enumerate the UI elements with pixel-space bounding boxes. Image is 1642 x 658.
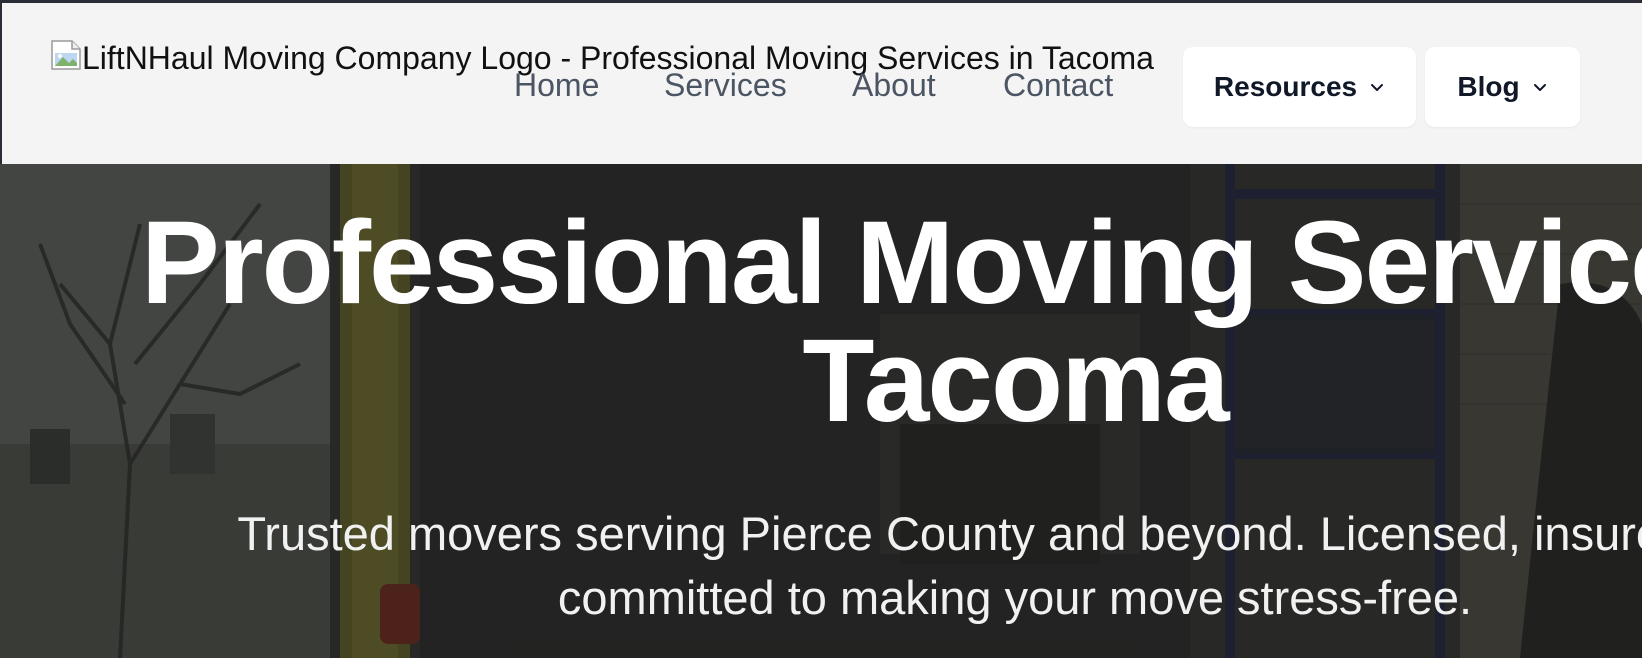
blog-dropdown-button[interactable]: Blog xyxy=(1425,47,1580,127)
resources-dropdown-button[interactable]: Resources xyxy=(1183,47,1416,127)
hero-subtitle: Trusted movers serving Pierce County and… xyxy=(0,502,1642,630)
hero-title-line-2: Tacoma xyxy=(802,315,1229,447)
nav-home[interactable]: Home xyxy=(514,65,599,105)
nav-services[interactable]: Services xyxy=(664,65,787,105)
chevron-down-icon xyxy=(1371,84,1384,91)
hero-title-line-1: Professional Moving Services in xyxy=(141,197,1642,329)
chevron-down-icon xyxy=(1533,84,1546,91)
hero-title: Professional Moving Services in Tacoma xyxy=(0,204,1642,440)
nav-about[interactable]: About xyxy=(852,65,936,105)
hero-section: Professional Moving Services in Tacoma T… xyxy=(0,164,1642,658)
logo-alt-text: LiftNHaul Moving Company Logo - Professi… xyxy=(82,40,1154,76)
resources-dropdown-label: Resources xyxy=(1213,71,1358,102)
hero-subtitle-line-1: Trusted movers serving Pierce County and… xyxy=(237,507,1642,560)
blog-dropdown-label: Blog xyxy=(1457,71,1520,102)
hero-subtitle-line-2: committed to making your move stress-fre… xyxy=(557,571,1473,624)
broken-image-icon xyxy=(51,40,81,70)
site-header: LiftNHaul Moving Company Logo - Professi… xyxy=(0,3,1642,164)
nav-contact[interactable]: Contact xyxy=(1003,65,1113,105)
